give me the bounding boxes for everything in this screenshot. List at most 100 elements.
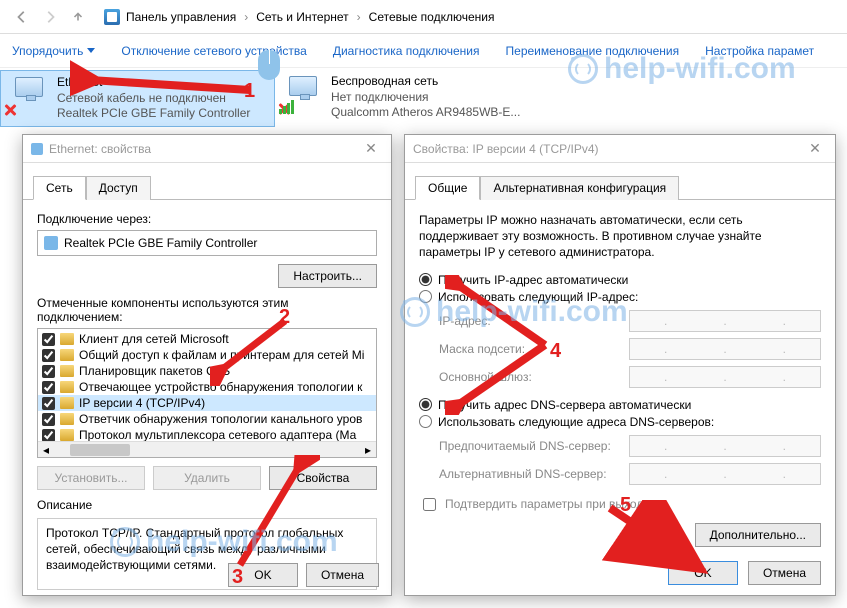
checkbox[interactable] [42, 413, 55, 426]
scroll-thumb[interactable] [70, 444, 130, 456]
ethernet-properties-dialog: Ethernet: свойства ✕ Сеть Доступ Подключ… [22, 134, 392, 596]
ip-address-input: ... [629, 310, 821, 332]
dialog-title: Свойства: IP версии 4 (TCP/IPv4) [413, 142, 599, 156]
protocol-icon [60, 397, 74, 409]
disable-device-cmd[interactable]: Отключение сетевого устройства [121, 44, 306, 58]
wifi-icon [283, 74, 323, 112]
radio-input[interactable] [419, 273, 432, 286]
settings-cmd[interactable]: Настройка парамет [705, 44, 814, 58]
gateway-label: Основной шлюз: [439, 370, 629, 384]
list-item[interactable]: Отвечающее устройство обнаружения тополо… [38, 379, 376, 395]
adapter-name: Realtek PCIe GBE Family Controller [64, 236, 257, 250]
protocol-icon [60, 413, 74, 425]
list-item[interactable]: Клиент для сетей Microsoft [38, 331, 376, 347]
titlebar: Свойства: IP версии 4 (TCP/IPv4) ✕ [405, 135, 835, 163]
chevron-down-icon [87, 48, 95, 53]
radio-ip-manual[interactable]: Использовать следующий IP-адрес: [419, 290, 821, 304]
dns-alt-input: ... [629, 463, 821, 485]
tab-access[interactable]: Доступ [86, 176, 151, 200]
subnet-mask-input: ... [629, 338, 821, 360]
gateway-input: ... [629, 366, 821, 388]
chevron-right-icon: › [357, 10, 361, 24]
radio-ip-auto[interactable]: Получить IP-адрес автоматически [419, 273, 821, 287]
dns-alt-label: Альтернативный DNS-сервер: [439, 467, 629, 481]
advanced-button[interactable]: Дополнительно... [695, 523, 821, 547]
remove-button[interactable]: Удалить [153, 466, 261, 490]
up-button[interactable] [66, 5, 90, 29]
components-list: Клиент для сетей Microsoft Общий доступ … [37, 328, 377, 458]
properties-button[interactable]: Свойства [269, 466, 377, 490]
connection-adapter: Realtek PCIe GBE Family Controller [57, 106, 250, 122]
tabs: Общие Альтернативная конфигурация [405, 169, 835, 200]
network-icon [31, 143, 43, 155]
tab-network[interactable]: Сеть [33, 176, 86, 200]
checkbox[interactable] [42, 381, 55, 394]
radio-input[interactable] [419, 415, 432, 428]
components-label: Отмеченные компоненты используются этим … [37, 296, 377, 324]
titlebar: Ethernet: свойства ✕ [23, 135, 391, 163]
dns-pref-input: ... [629, 435, 821, 457]
protocol-icon [60, 365, 74, 377]
command-bar: Упорядочить Отключение сетевого устройст… [0, 34, 847, 68]
radio-input[interactable] [419, 398, 432, 411]
list-item[interactable]: Ответчик обнаружения топологии канальног… [38, 411, 376, 427]
description-title: Описание [37, 498, 377, 512]
rename-cmd[interactable]: Переименование подключения [506, 44, 680, 58]
list-item[interactable]: Планировщик пакетов QoS [38, 363, 376, 379]
connection-title: Ethernet [57, 75, 250, 91]
list-item[interactable]: Общий доступ к файлам и принтерам для се… [38, 347, 376, 363]
address-bar: Панель управления › Сеть и Интернет › Се… [0, 0, 847, 34]
close-button[interactable]: ✕ [803, 140, 827, 157]
dns-pref-label: Предпочитаемый DNS-сервер: [439, 439, 629, 453]
adapter-field: Realtek PCIe GBE Family Controller [37, 230, 377, 256]
close-button[interactable]: ✕ [359, 140, 383, 157]
ok-button[interactable]: OK [228, 563, 298, 587]
radio-dns-manual[interactable]: Использовать следующие адреса DNS-сервер… [419, 415, 821, 429]
back-button[interactable] [10, 5, 34, 29]
connect-via-label: Подключение через: [37, 212, 377, 226]
tabs: Сеть Доступ [23, 169, 391, 200]
breadcrumb: Панель управления › Сеть и Интернет › Се… [126, 10, 494, 24]
checkbox[interactable] [423, 498, 436, 511]
protocol-icon [60, 381, 74, 393]
organize-menu[interactable]: Упорядочить [12, 44, 95, 58]
connection-wifi[interactable]: Беспроводная сеть Нет подключения Qualco… [275, 70, 550, 127]
breadcrumb-mid[interactable]: Сеть и Интернет [256, 10, 348, 24]
checkbox[interactable] [42, 349, 55, 362]
confirm-on-exit[interactable]: Подтвердить параметры при выходе [419, 495, 821, 514]
radio-input[interactable] [419, 290, 432, 303]
info-text: Параметры IP можно назначать автоматичес… [419, 212, 821, 261]
checkbox[interactable] [42, 429, 55, 442]
adapter-icon [44, 236, 58, 250]
chevron-right-icon: › [244, 10, 248, 24]
forward-button[interactable] [38, 5, 62, 29]
radio-dns-auto[interactable]: Получить адрес DNS-сервера автоматически [419, 398, 821, 412]
connection-ethernet[interactable]: Ethernet Сетевой кабель не подключен Rea… [0, 70, 275, 127]
cancel-button[interactable]: Отмена [748, 561, 821, 585]
checkbox[interactable] [42, 397, 55, 410]
protocol-icon [60, 333, 74, 345]
connection-adapter: Qualcomm Atheros AR9485WB-E... [331, 105, 520, 121]
configure-button[interactable]: Настроить... [278, 264, 377, 288]
checkbox[interactable] [42, 365, 55, 378]
ok-button[interactable]: OK [668, 561, 738, 585]
cancel-button[interactable]: Отмена [306, 563, 379, 587]
ethernet-icon [9, 75, 49, 113]
breadcrumb-root[interactable]: Панель управления [126, 10, 236, 24]
checkbox[interactable] [42, 333, 55, 346]
install-button[interactable]: Установить... [37, 466, 145, 490]
scroll-right-icon[interactable]: ▸ [360, 442, 376, 458]
tab-alt-config[interactable]: Альтернативная конфигурация [480, 176, 679, 200]
connection-status: Нет подключения [331, 90, 520, 106]
diagnose-cmd[interactable]: Диагностика подключения [333, 44, 480, 58]
tab-general[interactable]: Общие [415, 176, 480, 200]
error-x-icon [3, 103, 17, 117]
subnet-mask-label: Маска подсети: [439, 342, 629, 356]
protocol-icon [60, 429, 74, 441]
horizontal-scrollbar[interactable]: ◂ ▸ [38, 441, 376, 457]
list-item-ipv4[interactable]: IP версии 4 (TCP/IPv4) [38, 395, 376, 411]
protocol-icon [60, 349, 74, 361]
connections-list: Ethernet Сетевой кабель не подключен Rea… [0, 68, 847, 129]
scroll-left-icon[interactable]: ◂ [38, 442, 54, 458]
breadcrumb-leaf[interactable]: Сетевые подключения [369, 10, 495, 24]
